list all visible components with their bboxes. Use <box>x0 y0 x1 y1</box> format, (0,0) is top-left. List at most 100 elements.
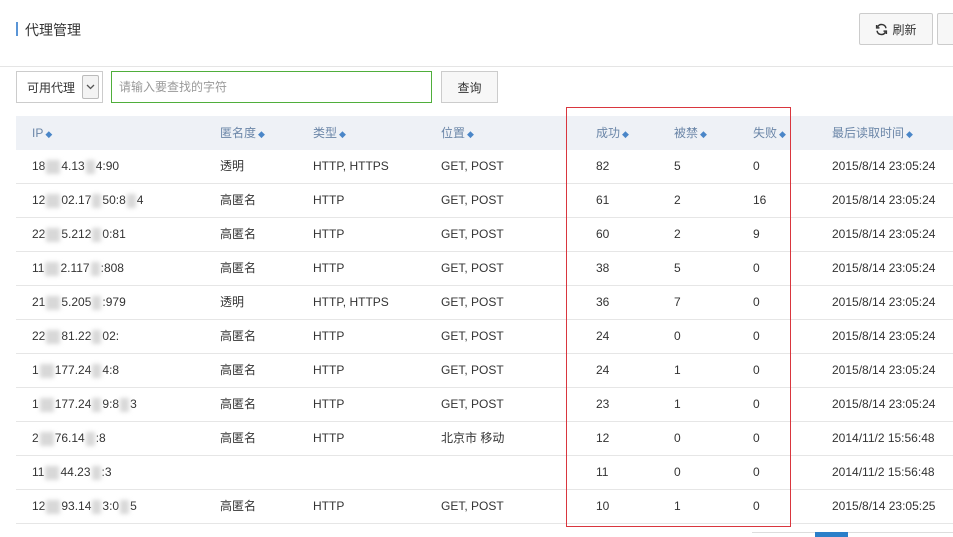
ip-fragment: 02.17 <box>61 193 92 207</box>
table-header: IP ◆ 匿名度 ◆ 类型 ◆ 位置 ◆ 成功 ◆ 被禁 ◆ 失败 ◆ 最后读取时间 ◆ <box>16 116 953 150</box>
ip-fragment: 11 <box>32 465 45 479</box>
refresh-button[interactable]: 刷新 <box>859 13 933 45</box>
redacted-mask <box>46 499 61 514</box>
success-cell: 60 <box>596 227 610 241</box>
refresh-label: 刷新 <box>892 22 917 37</box>
ip-cell: 18 4.13 4:90 <box>32 150 119 183</box>
banned-cell: 2 <box>674 193 681 207</box>
type-cell: HTTP <box>313 397 345 411</box>
type-cell: HTTP <box>313 329 345 343</box>
redacted-mask <box>46 329 61 344</box>
type-cell: HTTP, HTTPS <box>313 159 389 173</box>
redacted-mask <box>120 499 130 514</box>
location-cell: GET, POST <box>441 193 504 207</box>
failed-cell: 0 <box>753 159 760 173</box>
success-cell: 12 <box>596 431 610 445</box>
location-cell: GET, POST <box>441 397 504 411</box>
failed-cell: 0 <box>753 465 760 479</box>
location-cell: GET, POST <box>441 499 504 513</box>
failed-cell: 0 <box>753 329 760 343</box>
redacted-mask <box>91 465 101 480</box>
success-cell: 11 <box>596 465 609 479</box>
sort-arrows-icon[interactable]: ◆ <box>906 129 913 139</box>
table-row[interactable]: 2 76.14:8 高匿名 HTTP 北京市 移动 12 0 0 2014/11/2 15:56… <box>16 422 953 456</box>
last-read-cell: 2015/8/14 23:05:24 <box>832 227 936 241</box>
redacted-mask <box>92 227 102 242</box>
type-cell: HTTP, HTTPS <box>313 295 389 309</box>
chevron-down-icon[interactable] <box>82 75 99 99</box>
ip-fragment: 81.22 <box>61 329 92 343</box>
type-cell: HTTP <box>313 193 345 207</box>
failed-cell: 0 <box>753 397 760 411</box>
ip-fragment: 02: <box>102 329 120 343</box>
ip-fragment: :8 <box>95 431 106 445</box>
table-row[interactable]: 12 93.14 3:0 5 高匿名 HTTP GET, POST 10 1 0 2015/8/14… <box>16 490 953 524</box>
proxy-table: IP ◆ 匿名度 ◆ 类型 ◆ 位置 ◆ 成功 ◆ 被禁 ◆ 失败 ◆ 最后读取时间 ◆ 18 4… <box>16 116 953 524</box>
success-cell: 82 <box>596 159 610 173</box>
column-header-ip[interactable]: IP ◆ <box>32 116 52 150</box>
redacted-mask <box>45 261 60 276</box>
sort-arrows-icon[interactable]: ◆ <box>339 129 346 139</box>
pagination-active-page[interactable] <box>815 532 848 537</box>
table-row[interactable]: 12 02.17 50:8 4 高匿名 HTTP GET, POST 61 2 16 2015/8/… <box>16 184 953 218</box>
sort-arrows-icon[interactable]: ◆ <box>45 129 52 139</box>
column-header-anonymity[interactable]: 匿名度 ◆ <box>220 116 265 150</box>
ip-fragment: 0:81 <box>102 227 126 241</box>
table-row[interactable]: 22 5.212 0:81 高匿名 HTTP GET, POST 60 2 9 2015/8/14… <box>16 218 953 252</box>
anonymity-cell: 高匿名 <box>220 227 257 241</box>
column-header-location[interactable]: 位置 ◆ <box>441 116 474 150</box>
sort-arrows-icon[interactable]: ◆ <box>700 129 707 139</box>
location-cell: 北京市 移动 <box>441 431 505 445</box>
ip-cell: 21 5.205:979 <box>32 286 126 319</box>
search-input[interactable] <box>111 71 432 103</box>
table-row[interactable]: 22 81.22 02: 高匿名 HTTP GET, POST 24 0 0 2015/8/14 … <box>16 320 953 354</box>
failed-cell: 9 <box>753 227 760 241</box>
sort-arrows-icon[interactable]: ◆ <box>258 129 265 139</box>
column-header-last-read[interactable]: 最后读取时间 ◆ <box>832 116 913 150</box>
ip-fragment: 22 <box>32 227 46 241</box>
failed-cell: 0 <box>753 261 760 275</box>
redacted-mask <box>90 261 100 276</box>
success-cell: 61 <box>596 193 610 207</box>
ip-fragment: 2.117 <box>60 261 90 275</box>
column-header-type[interactable]: 类型 ◆ <box>313 116 346 150</box>
column-header-failed[interactable]: 失败 ◆ <box>753 116 786 150</box>
sort-arrows-icon[interactable]: ◆ <box>467 129 474 139</box>
ip-fragment: 1 <box>32 363 39 377</box>
last-read-cell: 2015/8/14 23:05:24 <box>832 261 936 275</box>
column-header-success[interactable]: 成功 ◆ <box>596 116 629 150</box>
table-row[interactable]: 21 5.205:979 透明 HTTP, HTTPS GET, POST 36 7 0 201… <box>16 286 953 320</box>
ip-fragment: 5.212 <box>61 227 92 241</box>
success-cell: 10 <box>596 499 610 513</box>
sort-arrows-icon[interactable]: ◆ <box>779 129 786 139</box>
redacted-mask <box>92 329 102 344</box>
failed-cell: 0 <box>753 431 760 445</box>
table-row[interactable]: 18 4.13 4:90 透明 HTTP, HTTPS GET, POST 82 5 0 2015… <box>16 150 953 184</box>
table-row[interactable]: 11 44.23:3 11 0 0 2014/11/2 15:56:48 <box>16 456 953 490</box>
table-row[interactable]: 1 177.24 9:8 3 高匿名 HTTP GET, POST 23 1 0 2015/8/14… <box>16 388 953 422</box>
ip-fragment: 3 <box>130 397 137 411</box>
ip-fragment: 5 <box>130 499 137 513</box>
ip-fragment: 1 <box>32 397 39 411</box>
success-cell: 24 <box>596 329 610 343</box>
column-header-banned[interactable]: 被禁 ◆ <box>674 116 707 150</box>
banned-cell: 0 <box>674 329 681 343</box>
redacted-mask <box>92 397 102 412</box>
proxy-filter-select[interactable]: 可用代理 <box>16 71 103 103</box>
last-read-cell: 2015/8/14 23:05:24 <box>832 159 936 173</box>
banned-cell: 2 <box>674 227 681 241</box>
table-row[interactable]: 1 177.24 4:8 高匿名 HTTP GET, POST 24 1 0 2015/8/14 … <box>16 354 953 388</box>
query-button[interactable]: 查询 <box>441 71 498 103</box>
failed-cell: 0 <box>753 295 760 309</box>
ip-cell: 2 76.14:8 <box>32 422 106 455</box>
page-title: 代理管理 <box>25 22 81 38</box>
redacted-mask <box>85 159 95 174</box>
sort-arrows-icon[interactable]: ◆ <box>622 129 629 139</box>
more-button[interactable] <box>937 13 953 45</box>
success-cell: 24 <box>596 363 610 377</box>
table-row[interactable]: 11 2.117:808 高匿名 HTTP GET, POST 38 5 0 2015/8/14… <box>16 252 953 286</box>
select-value: 可用代理 <box>27 80 76 95</box>
title-accent-bar <box>16 22 18 36</box>
anonymity-cell: 高匿名 <box>220 363 257 377</box>
ip-fragment: 4.13 <box>61 159 85 173</box>
